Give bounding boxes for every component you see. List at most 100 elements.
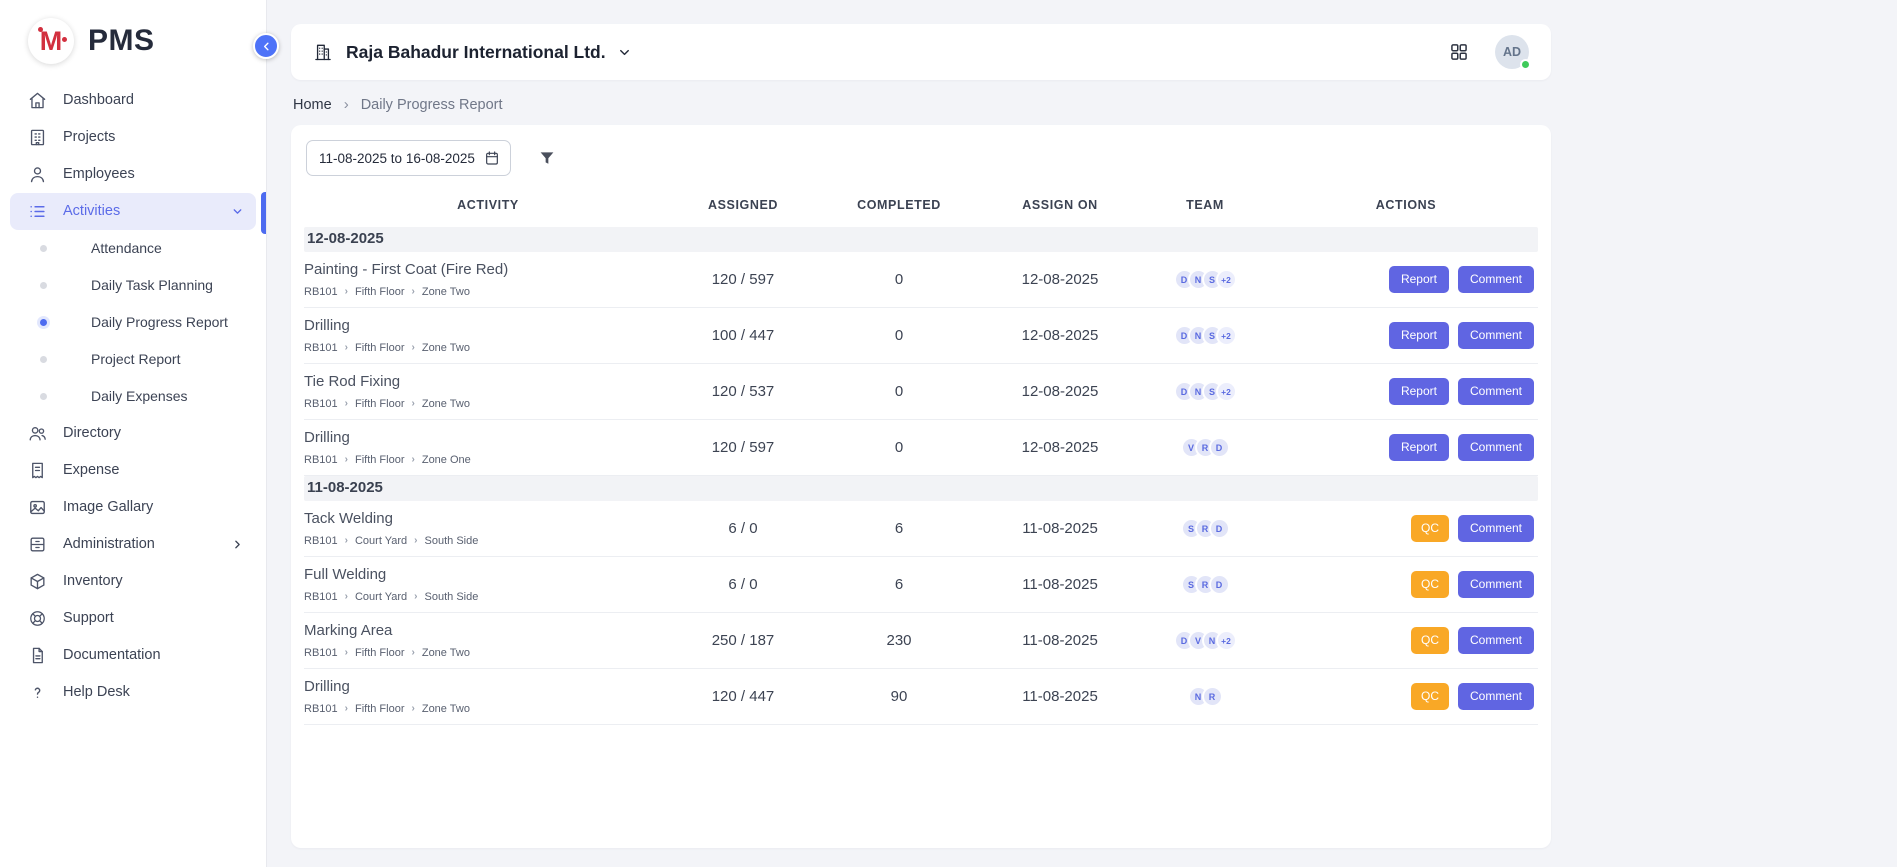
table-row: DrillingRB101›Fifth Floor›Zone One120 / … xyxy=(304,420,1538,476)
sidebar-subitem-attendance[interactable]: Attendance xyxy=(10,230,256,267)
comment-button[interactable]: Comment xyxy=(1458,434,1534,461)
list-icon xyxy=(28,202,47,221)
path-segment: Zone One xyxy=(422,454,471,466)
apps-grid-icon[interactable] xyxy=(1449,42,1469,62)
sidebar-collapse-button[interactable] xyxy=(253,33,279,59)
path-segment: RB101 xyxy=(304,342,338,354)
sidebar-item-support[interactable]: Support xyxy=(10,600,256,637)
sidebar-subitem-project-report[interactable]: Project Report xyxy=(10,341,256,378)
date-range-input[interactable]: 11-08-2025 to 16-08-2025 xyxy=(306,140,511,176)
path-segment: Court Yard xyxy=(355,591,407,603)
team-cell: DNS+2 xyxy=(1136,269,1274,290)
comment-button[interactable]: Comment xyxy=(1458,378,1534,405)
activity-path: RB101›Fifth Floor›Zone Two xyxy=(304,286,672,298)
activity-cell: Painting - First Coat (Fire Red)RB101›Fi… xyxy=(304,253,672,307)
activity-cell: Tack WeldingRB101›Court Yard›South Side xyxy=(304,502,672,556)
sidebar-item-label: Projects xyxy=(63,128,115,147)
team-cell: DNS+2 xyxy=(1136,381,1274,402)
user-icon xyxy=(28,165,47,184)
actions-cell: Report Comment xyxy=(1274,434,1538,461)
chevron-right-icon: › xyxy=(345,286,348,297)
column-header-actions: ACTIONS xyxy=(1274,198,1538,212)
qc-button[interactable]: QC xyxy=(1411,571,1449,598)
breadcrumb-home[interactable]: Home xyxy=(293,97,332,113)
date-group-header: 11-08-2025 xyxy=(304,476,1538,501)
comment-button[interactable]: Comment xyxy=(1458,571,1534,598)
sidebar-item-inventory[interactable]: Inventory xyxy=(10,563,256,600)
calendar-icon xyxy=(484,150,500,166)
users-icon xyxy=(28,424,47,443)
comment-button[interactable]: Comment xyxy=(1458,627,1534,654)
chevron-right-icon: › xyxy=(345,647,348,658)
team-more-badge[interactable]: +2 xyxy=(1216,630,1237,651)
topbar: Raja Bahadur International Ltd. AD xyxy=(291,24,1551,80)
actions-cell: Report Comment xyxy=(1274,378,1538,405)
company-name[interactable]: Raja Bahadur International Ltd. xyxy=(346,42,606,63)
activity-cell: DrillingRB101›Fifth Floor›Zone One xyxy=(304,421,672,475)
comment-button[interactable]: Comment xyxy=(1458,515,1534,542)
comment-button[interactable]: Comment xyxy=(1458,266,1534,293)
date-group-header: 12-08-2025 xyxy=(304,227,1538,252)
qc-button[interactable]: QC xyxy=(1411,515,1449,542)
sidebar-item-documentation[interactable]: Documentation xyxy=(10,637,256,674)
chevron-down-icon[interactable] xyxy=(617,45,632,60)
sidebar-item-dashboard[interactable]: Dashboard xyxy=(10,82,256,119)
report-button[interactable]: Report xyxy=(1389,322,1449,349)
assign-on-cell: 12-08-2025 xyxy=(984,439,1136,456)
sidebar-subitem-daily-progress-report[interactable]: Daily Progress Report xyxy=(10,304,256,341)
team-avatar[interactable]: D xyxy=(1209,437,1230,458)
chevron-right-icon: › xyxy=(412,454,415,465)
sidebar-item-image-gallary[interactable]: Image Gallary xyxy=(10,489,256,526)
actions-cell: QC Comment xyxy=(1274,571,1538,598)
team-more-badge[interactable]: +2 xyxy=(1216,269,1237,290)
breadcrumb: Home › Daily Progress Report xyxy=(293,96,1895,113)
team-cell: SRD xyxy=(1136,574,1274,595)
activity-cell: DrillingRB101›Fifth Floor›Zone Two xyxy=(304,309,672,363)
report-button[interactable]: Report xyxy=(1389,434,1449,461)
team-avatar[interactable]: R xyxy=(1202,686,1223,707)
sidebar-subitem-daily-expenses[interactable]: Daily Expenses xyxy=(10,378,256,415)
activity-path: RB101›Fifth Floor›Zone Two xyxy=(304,703,672,715)
activity-title: Drilling xyxy=(304,317,672,334)
filter-icon[interactable] xyxy=(538,149,556,167)
bullet-dot-icon xyxy=(40,245,47,252)
sidebar-item-help-desk[interactable]: Help Desk xyxy=(10,674,256,711)
team-avatar[interactable]: D xyxy=(1209,574,1230,595)
sidebar-item-directory[interactable]: Directory xyxy=(10,415,256,452)
completed-cell: 0 xyxy=(814,327,984,344)
team-more-badge[interactable]: +2 xyxy=(1216,381,1237,402)
sidebar-subitem-label: Attendance xyxy=(91,240,162,257)
path-segment: Zone Two xyxy=(422,342,470,354)
chevron-right-icon: › xyxy=(345,342,348,353)
column-header-activity: ACTIVITY xyxy=(304,198,672,212)
document-icon xyxy=(28,646,47,665)
sidebar-item-activities[interactable]: Activities xyxy=(10,193,256,230)
activity-path: RB101›Court Yard›South Side xyxy=(304,591,672,603)
main-content: Raja Bahadur International Ltd. AD Home … xyxy=(267,0,1897,867)
sidebar-subitem-daily-task-planning[interactable]: Daily Task Planning xyxy=(10,267,256,304)
team-avatar[interactable]: D xyxy=(1209,518,1230,539)
chevron-right-icon: › xyxy=(345,591,348,602)
activity-cell: Marking AreaRB101›Fifth Floor›Zone Two xyxy=(304,614,672,668)
activity-title: Tie Rod Fixing xyxy=(304,373,672,390)
path-segment: South Side xyxy=(425,591,479,603)
qc-button[interactable]: QC xyxy=(1411,683,1449,710)
sidebar-subitem-label: Daily Progress Report xyxy=(91,314,228,331)
comment-button[interactable]: Comment xyxy=(1458,683,1534,710)
user-avatar[interactable]: AD xyxy=(1495,35,1529,69)
comment-button[interactable]: Comment xyxy=(1458,322,1534,349)
sidebar-item-employees[interactable]: Employees xyxy=(10,156,256,193)
sidebar-item-administration[interactable]: Administration xyxy=(10,526,256,563)
sidebar-item-projects[interactable]: Projects xyxy=(10,119,256,156)
activity-path: RB101›Court Yard›South Side xyxy=(304,535,672,547)
report-button[interactable]: Report xyxy=(1389,378,1449,405)
completed-cell: 230 xyxy=(814,632,984,649)
path-segment: Zone Two xyxy=(422,398,470,410)
avatar-initials: AD xyxy=(1503,45,1521,59)
report-button[interactable]: Report xyxy=(1389,266,1449,293)
team-more-badge[interactable]: +2 xyxy=(1216,325,1237,346)
assign-on-cell: 11-08-2025 xyxy=(984,688,1136,705)
qc-button[interactable]: QC xyxy=(1411,627,1449,654)
report-card: 11-08-2025 to 16-08-2025 ACTIVITYASSIGNE… xyxy=(291,125,1551,848)
sidebar-item-expense[interactable]: Expense xyxy=(10,452,256,489)
